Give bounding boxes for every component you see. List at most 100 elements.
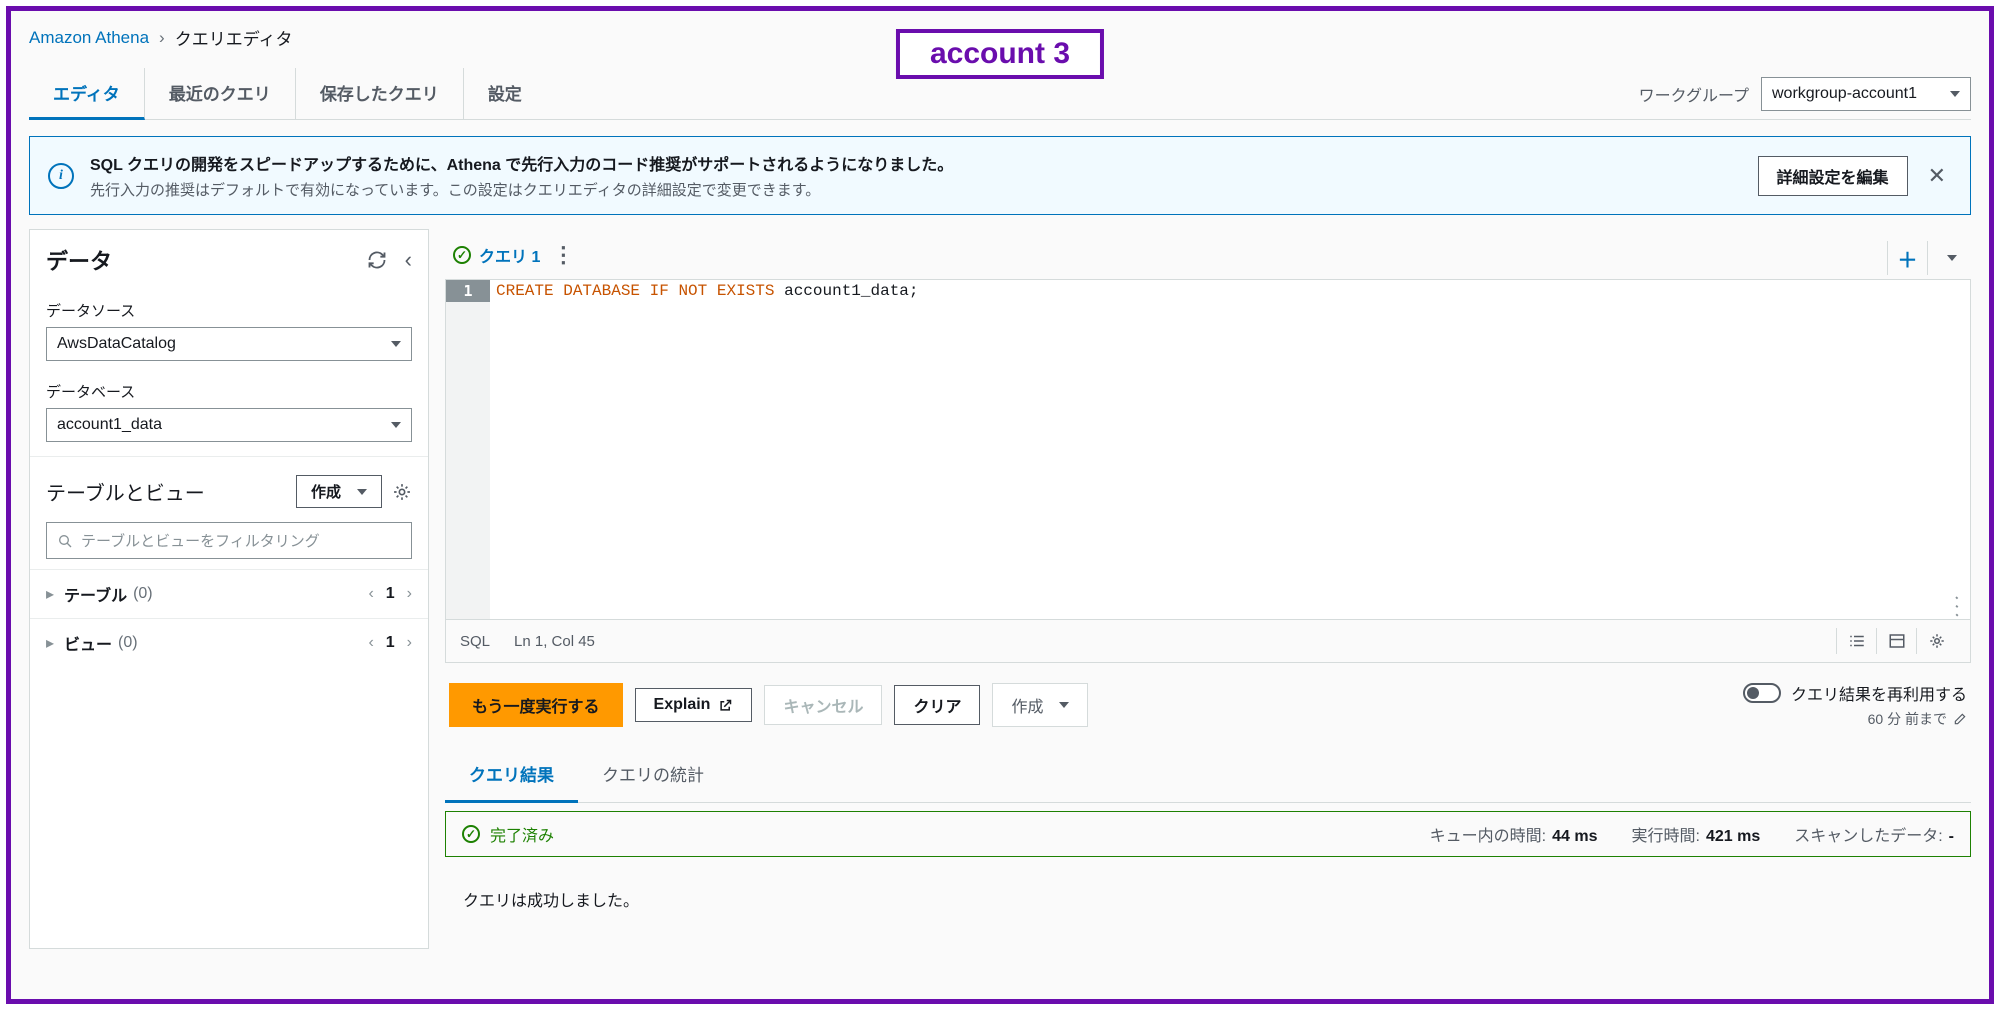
tables-count: (0) (133, 585, 153, 603)
account-badge: account 3 (896, 29, 1104, 79)
next-page-icon[interactable]: › (407, 585, 412, 603)
database-select[interactable]: account1_data (46, 408, 412, 442)
code-keyword: CREATE (496, 282, 554, 300)
caret-down-icon (391, 422, 401, 428)
next-page-icon[interactable]: › (407, 634, 412, 652)
prev-page-icon[interactable]: ‹ (368, 634, 373, 652)
result-status-bar: ✓ 完了済み キュー内の時間:44 ms 実行時間:421 ms スキャンしたデ… (445, 811, 1971, 857)
page-number: 1 (386, 634, 395, 652)
views-count: (0) (118, 634, 138, 652)
status-cursor-position: Ln 1, Col 45 (514, 633, 595, 650)
nav-tabs: エディタ 最近のクエリ 保存したクエリ 設定 (29, 68, 546, 119)
format-icon[interactable] (1836, 628, 1876, 654)
result-tabs: クエリ結果 クエリの統計 (445, 747, 1971, 803)
cancel-button: キャンセル (764, 685, 882, 725)
views-label: ビュー (64, 631, 112, 655)
tables-views-title: テーブルとビュー (46, 477, 205, 506)
code-keyword: IF (650, 282, 669, 300)
query-tab-label: クエリ 1 (479, 243, 540, 267)
result-message: クエリは成功しました。 (445, 857, 1971, 941)
tab-settings[interactable]: 設定 (464, 68, 546, 119)
code-content[interactable]: CREATE DATABASE IF NOT EXISTS account1_d… (490, 280, 1970, 619)
status-language: SQL (460, 633, 490, 650)
workgroup-value: workgroup-account1 (1772, 85, 1917, 103)
line-number: 1 (446, 280, 490, 302)
data-panel: データ ‹ データソース AwsDataCa (29, 229, 429, 949)
page-number: 1 (386, 585, 395, 603)
tables-label: テーブル (64, 582, 127, 606)
external-link-icon (718, 698, 733, 713)
banner-title: SQL クエリの開発をスピードアップするために、Athena で先行入力のコード… (90, 151, 953, 175)
edit-settings-button[interactable]: 詳細設定を編集 (1758, 156, 1908, 196)
query-tab-1[interactable]: ✓ クエリ 1 ⋮ (445, 237, 588, 279)
breadcrumb-root-link[interactable]: Amazon Athena (29, 28, 149, 48)
database-label: データベース (46, 381, 412, 402)
action-row: もう一度実行する Explain キャンセル クリア 作成 クエリ結果を再 (445, 663, 1971, 747)
create-button[interactable]: 作成 (296, 475, 382, 508)
query-tabs: ✓ クエリ 1 ⋮ ＋ (445, 229, 1971, 280)
reuse-note: 60 分 前まで (1868, 709, 1947, 729)
code-keyword: EXISTS (717, 282, 775, 300)
breadcrumb-separator: › (159, 28, 165, 48)
prev-page-icon[interactable]: ‹ (368, 585, 373, 603)
tab-saved[interactable]: 保存したクエリ (296, 68, 464, 119)
datasource-value: AwsDataCatalog (57, 335, 176, 353)
tab-query-results[interactable]: クエリ結果 (445, 747, 578, 803)
scan-data: スキャンしたデータ:- (1794, 822, 1954, 846)
gear-icon[interactable] (1916, 628, 1956, 654)
info-banner: i SQL クエリの開発をスピードアップするために、Athena で先行入力のコ… (29, 136, 1971, 215)
code-keyword: NOT (678, 282, 707, 300)
data-panel-title: データ (46, 244, 112, 276)
editor-status-bar: SQL Ln 1, Col 45 (445, 620, 1971, 663)
status-label: 完了済み (490, 822, 554, 846)
new-query-icon[interactable]: ＋ (1887, 241, 1927, 275)
code-keyword: DATABASE (563, 282, 640, 300)
create-button-label: 作成 (311, 481, 341, 502)
search-icon (57, 533, 73, 549)
views-row[interactable]: ▸ ビュー (0) ‹ 1 › (30, 618, 428, 667)
close-icon[interactable]: ✕ (1922, 163, 1952, 189)
code-editor[interactable]: 1 CREATE DATABASE IF NOT EXISTS account1… (445, 280, 1971, 620)
tables-row[interactable]: ▸ テーブル (0) ‹ 1 › (30, 569, 428, 618)
clear-button[interactable]: クリア (894, 685, 980, 725)
caret-down-icon (1059, 702, 1069, 708)
workgroup-select[interactable]: workgroup-account1 (1761, 77, 1971, 111)
datasource-label: データソース (46, 300, 412, 321)
collapse-icon[interactable]: ‹ (405, 247, 412, 273)
gear-icon[interactable] (392, 482, 412, 502)
explain-button[interactable]: Explain (635, 688, 753, 722)
reuse-results-label: クエリ結果を再利用する (1791, 681, 1967, 705)
breadcrumb-current: クエリエディタ (175, 25, 293, 50)
query-tab-menu-icon[interactable] (1927, 241, 1967, 275)
tab-query-stats[interactable]: クエリの統計 (578, 747, 728, 802)
expand-icon: ▸ (46, 584, 54, 604)
caret-down-icon (1950, 91, 1960, 97)
line-gutter: 1 (446, 280, 490, 619)
create-label: 作成 (1011, 693, 1043, 717)
reuse-results-toggle[interactable] (1743, 683, 1781, 703)
code-identifier: account1_data; (774, 282, 918, 300)
tab-editor[interactable]: エディタ (29, 68, 145, 120)
tab-recent[interactable]: 最近のクエリ (145, 68, 296, 119)
banner-description: 先行入力の推奨はデフォルトで有効になっています。この設定はクエリエディタの詳細設… (90, 179, 953, 200)
database-value: account1_data (57, 416, 162, 434)
pencil-icon[interactable] (1953, 712, 1967, 726)
main-panel: ✓ クエリ 1 ⋮ ＋ 1 CREATE DATABASE IF NOT EXI… (445, 229, 1971, 949)
refresh-icon[interactable] (367, 247, 387, 273)
caret-down-icon (391, 341, 401, 347)
exec-time: 実行時間:421 ms (1632, 822, 1761, 846)
filter-input[interactable]: テーブルとビューをフィルタリング (46, 522, 412, 559)
success-icon: ✓ (453, 246, 471, 264)
create-dropdown[interactable]: 作成 (992, 683, 1088, 727)
kebab-icon[interactable]: ⋮ (552, 244, 574, 266)
info-icon: i (48, 163, 74, 189)
layout-icon[interactable] (1876, 628, 1916, 654)
explain-label: Explain (654, 696, 711, 714)
queue-time: キュー内の時間:44 ms (1430, 822, 1598, 846)
datasource-select[interactable]: AwsDataCatalog (46, 327, 412, 361)
caret-down-icon (357, 489, 367, 495)
workgroup-label: ワークグループ (1639, 82, 1749, 106)
workspace: データ ‹ データソース AwsDataCa (29, 229, 1971, 949)
filter-placeholder: テーブルとビューをフィルタリング (81, 530, 320, 551)
run-again-button[interactable]: もう一度実行する (449, 683, 623, 727)
